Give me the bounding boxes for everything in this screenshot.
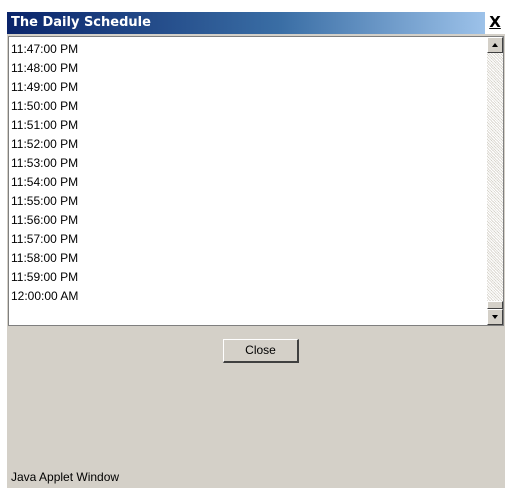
list-item[interactable]: 11:49:00 PM — [11, 78, 481, 97]
arrow-up-icon — [492, 43, 498, 47]
arrow-down-icon — [492, 315, 498, 319]
applet-window-label: Java Applet Window — [11, 470, 120, 484]
schedule-list[interactable]: 11:47:00 PM 11:48:00 PM 11:49:00 PM 11:50:0… — [8, 36, 504, 326]
list-item[interactable]: 11:53:00 PM — [11, 154, 481, 173]
list-item[interactable]: 11:58:00 PM — [11, 249, 481, 268]
list-item[interactable]: 11:48:00 PM — [11, 59, 481, 78]
list-item[interactable]: 11:56:00 PM — [11, 211, 481, 230]
list-item[interactable]: 11:57:00 PM — [11, 230, 481, 249]
list-item[interactable]: 11:51:00 PM — [11, 116, 481, 135]
vertical-scrollbar[interactable] — [487, 37, 503, 325]
window-title: The Daily Schedule — [11, 15, 151, 30]
scroll-down-button[interactable] — [487, 309, 503, 325]
schedule-window: The Daily Schedule X 11:47:00 PM 11:48:00… — [7, 12, 505, 488]
close-icon[interactable]: X — [485, 12, 505, 34]
scroll-thumb[interactable] — [487, 301, 503, 309]
list-item[interactable]: 11:52:00 PM — [11, 135, 481, 154]
scroll-up-button[interactable] — [487, 37, 503, 53]
title-bar[interactable]: The Daily Schedule X — [7, 12, 505, 34]
schedule-list-items: 11:47:00 PM 11:48:00 PM 11:49:00 PM 11:50:0… — [11, 40, 481, 306]
list-item[interactable]: 12:00:00 AM — [11, 287, 481, 306]
list-item[interactable]: 11:50:00 PM — [11, 97, 481, 116]
list-item[interactable]: 11:59:00 PM — [11, 268, 481, 287]
list-item[interactable]: 11:47:00 PM — [11, 40, 481, 59]
close-button[interactable]: Close — [223, 339, 299, 363]
list-item[interactable]: 11:55:00 PM — [11, 192, 481, 211]
list-item[interactable]: 11:54:00 PM — [11, 173, 481, 192]
